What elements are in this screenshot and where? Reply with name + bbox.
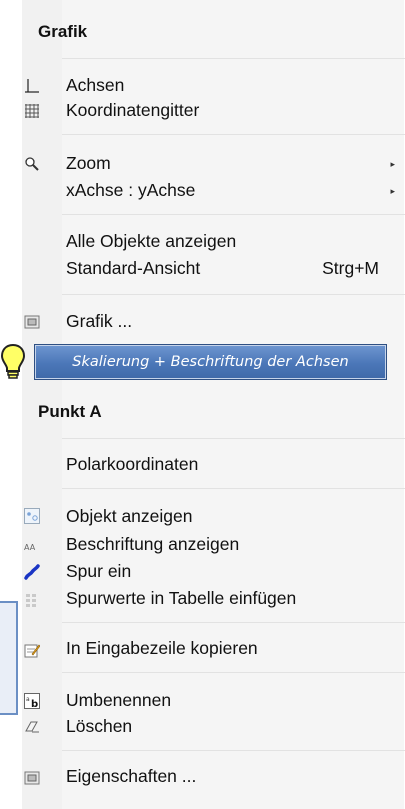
rename-icon: a b [24,693,40,709]
menu-item-in-eingabezeile-kopieren[interactable]: In Eingabezeile kopieren [66,638,258,659]
menu-item-xachse-yachse[interactable]: xAchse : yAchse [66,180,195,201]
shortcut-label: Strg+M [322,258,379,278]
copy-to-input-icon [24,644,40,658]
menu-item-objekt-anzeigen[interactable]: Objekt anzeigen [66,506,192,527]
separator [62,750,405,751]
menu-item-koordinatengitter[interactable]: Koordinatengitter [66,100,199,121]
submenu-arrow-icon: ▸ [390,159,395,169]
properties-icon [24,771,40,785]
menu-item-polarkoordinaten[interactable]: Polarkoordinaten [66,454,198,475]
separator [62,438,405,439]
menu-item-spur-ein[interactable]: Spur ein [66,561,131,582]
side-callout-box [0,601,18,715]
separator [62,214,405,215]
zoom-icon [25,157,39,171]
menu-item-umbenennen[interactable]: Umbenennen [66,690,171,711]
separator [62,672,405,673]
menu-item-alle-objekte-anzeigen[interactable]: Alle Objekte anzeigen [66,231,236,252]
menu-item-eigenschaften[interactable]: Eigenschaften ... [66,766,196,787]
punkt-section-title: Punkt A [38,402,102,421]
menu-item-spurwerte-in-tabelle[interactable]: Spurwerte in Tabelle einfügen [66,588,296,609]
separator [62,294,405,295]
menu-item-zoom[interactable]: Zoom [66,153,111,174]
svg-text:AA: AA [24,543,36,552]
table-icon [26,594,36,607]
show-object-icon [24,508,40,524]
grid-icon [25,104,39,118]
menu-item-achsen[interactable]: Achsen [66,75,124,96]
separator [62,58,405,59]
svg-text:b: b [31,699,38,709]
trace-icon [24,564,40,580]
grafik-section-title: Grafik [38,22,88,41]
menu-item-standard-ansicht[interactable]: Standard-Ansicht [66,258,200,279]
separator [62,134,405,135]
svg-text:a: a [26,696,30,703]
menu-item-grafik-dialog[interactable]: Grafik ... [66,311,132,332]
label-icon: AA [24,543,36,552]
tooltip: Skalierung + Beschriftung der Achsen [34,344,387,380]
separator [62,488,405,489]
properties-icon [24,315,40,329]
submenu-arrow-icon: ▸ [390,186,395,196]
menu-item-loeschen[interactable]: Löschen [66,716,132,737]
separator [62,622,405,623]
eraser-icon [25,721,39,733]
menu-item-beschriftung-anzeigen[interactable]: Beschriftung anzeigen [66,534,239,555]
lightbulb-icon [0,343,26,379]
axes-icon [25,79,39,93]
